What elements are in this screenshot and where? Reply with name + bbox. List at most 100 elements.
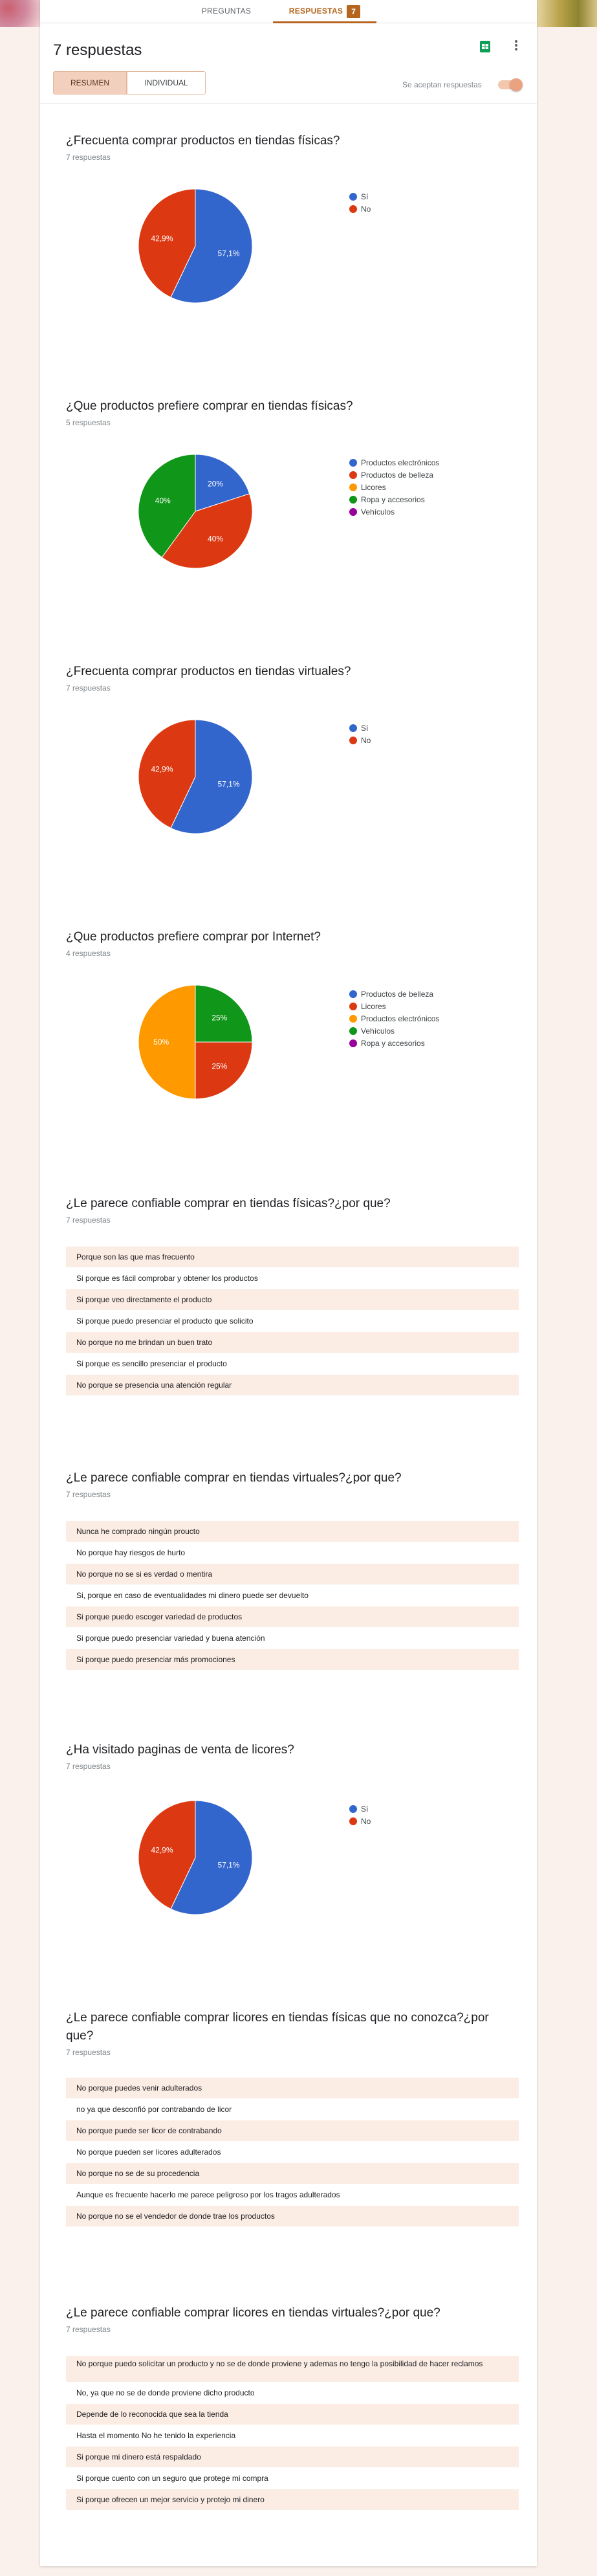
answer-row: Si porque veo directamente el producto xyxy=(66,1289,519,1310)
tab-respuestas[interactable]: RESPUESTAS 7 xyxy=(273,0,376,23)
legend-label: Licores xyxy=(361,1002,386,1011)
legend-swatch xyxy=(349,724,357,732)
pie-slice-label: 42,9% xyxy=(151,234,173,243)
legend-label: Productos de belleza xyxy=(361,471,434,480)
answers-list: Porque son las que mas frecuento Si porqu… xyxy=(66,1247,519,1396)
question-title: ¿Que productos prefiere comprar por Inte… xyxy=(66,930,321,944)
legend-swatch xyxy=(349,990,357,998)
legend-swatch xyxy=(349,507,357,516)
legend-label: No xyxy=(361,205,371,214)
legend-swatch xyxy=(349,1027,357,1035)
answer-row: No, ya que no se de donde proviene dicho… xyxy=(66,2382,519,2403)
question-title: ¿Le parece confiable comprar licores en … xyxy=(66,2306,440,2320)
pie-slice-label: 25% xyxy=(212,1061,227,1071)
answer-row: No porque puedes venir adulterados xyxy=(66,2078,519,2098)
pie-chart-3: 57,1% 42,9% xyxy=(131,712,260,841)
answers-list: No porque puedo solicitar un producto y … xyxy=(66,2356,519,2511)
response-count: 7 respuestas xyxy=(66,1216,111,1225)
pie-slice-label: 40% xyxy=(155,496,171,505)
question-title: ¿Frecuenta comprar productos en tiendas … xyxy=(66,134,340,148)
pie-slice-label: 57,1% xyxy=(217,1861,239,1870)
sheets-icon[interactable] xyxy=(479,40,492,53)
chart-legend-1: Sí No xyxy=(349,191,371,216)
legend-label: Vehículos xyxy=(361,507,395,516)
banner-artwork-left xyxy=(0,0,40,27)
answer-row: Depende de lo reconocida que sea la tien… xyxy=(66,2404,519,2425)
legend-item: Productos electrónicos xyxy=(349,457,439,469)
legend-label: Sí xyxy=(361,724,369,733)
question-title: ¿Le parece confiable comprar en tiendas … xyxy=(66,1471,402,1485)
legend-swatch xyxy=(349,495,357,504)
legend-item: No xyxy=(349,203,371,216)
legend-swatch xyxy=(349,458,357,467)
legend-item: Productos de belleza xyxy=(349,988,439,1001)
question-8: ¿Le parece confiable comprar licores en … xyxy=(66,2009,519,2226)
question-title: ¿Le parece confiable comprar licores en … xyxy=(66,2011,489,2043)
legend-item: Productos electrónicos xyxy=(349,1013,439,1025)
legend-item: Vehículos xyxy=(349,1025,439,1038)
answer-row: Aunque es frecuente hacerlo me parece pe… xyxy=(66,2184,519,2205)
answer-row: No porque no se el vendedor de donde tra… xyxy=(66,2206,519,2226)
legend-item: Vehículos xyxy=(349,506,439,518)
legend-swatch xyxy=(349,205,357,213)
question-5: ¿Le parece confiable comprar en tiendas … xyxy=(66,1195,519,1395)
legend-item: Sí xyxy=(349,722,371,735)
question-7: ¿Ha visitado paginas de venta de licores… xyxy=(66,1741,519,1771)
answers-list: No porque puedes venir adulterados no ya … xyxy=(66,2078,519,2227)
legend-label: Sí xyxy=(361,1804,369,1814)
question-2: ¿Que productos prefiere comprar en tiend… xyxy=(66,397,519,427)
chart-legend-7: Sí No xyxy=(349,1803,371,1828)
question-1: ¿Frecuenta comprar productos en tiendas … xyxy=(66,132,519,162)
answer-row: No porque pueden ser licores adulterados xyxy=(66,2142,519,2162)
question-title: ¿Que productos prefiere comprar en tiend… xyxy=(66,399,353,413)
answer-row: Si porque puedo presenciar más promocion… xyxy=(66,1649,519,1670)
resumen-button[interactable]: RESUMEN xyxy=(53,71,127,94)
banner-artwork-right xyxy=(535,0,597,27)
legend-item: Sí xyxy=(349,1803,371,1815)
legend-item: Ropa y accesorios xyxy=(349,494,439,506)
tab-preguntas[interactable]: PREGUNTAS xyxy=(188,0,265,23)
legend-label: No xyxy=(361,1817,371,1826)
legend-item: Sí xyxy=(349,191,371,203)
legend-label: No xyxy=(361,736,371,745)
question-4: ¿Que productos prefiere comprar por Inte… xyxy=(66,928,519,958)
answer-row: Hasta el momento No he tenido la experie… xyxy=(66,2425,519,2446)
question-title: ¿Frecuenta comprar productos en tiendas … xyxy=(66,665,351,678)
more-options-icon[interactable] xyxy=(511,39,521,54)
answer-row: No porque se presencia una atención regu… xyxy=(66,1375,519,1395)
pie-slice-label: 57,1% xyxy=(217,780,239,789)
answer-row: Si porque es sencillo presenciar el prod… xyxy=(66,1353,519,1374)
legend-swatch xyxy=(349,736,357,744)
answer-row: Porque son las que mas frecuento xyxy=(66,1247,519,1267)
answer-row: Si porque puedo escoger variedad de prod… xyxy=(66,1606,519,1627)
response-count: 7 respuestas xyxy=(66,153,111,162)
pie-chart-7: 57,1% 42,9% xyxy=(131,1793,260,1922)
answer-row: Nunca he comprado ningún proucto xyxy=(66,1521,519,1542)
legend-swatch xyxy=(349,471,357,479)
toggle-knob[interactable] xyxy=(510,78,523,91)
accepting-responses-toggle[interactable] xyxy=(498,78,523,91)
answer-row: Si porque puedo presenciar variedad y bu… xyxy=(66,1628,519,1649)
answer-row: Si, porque en caso de eventualidades mi … xyxy=(66,1585,519,1606)
answer-row: Si porque mi dinero está respaldado xyxy=(66,2447,519,2467)
answer-row: Si porque es fácil comprobar y obtener l… xyxy=(66,1268,519,1289)
individual-button[interactable]: INDIVIDUAL xyxy=(127,71,206,94)
legend-label: Ropa y accesorios xyxy=(361,1039,425,1048)
legend-item: Licores xyxy=(349,482,439,494)
form-tabs: PREGUNTAS RESPUESTAS 7 xyxy=(40,0,537,23)
legend-swatch xyxy=(349,1804,357,1813)
legend-swatch xyxy=(349,1039,357,1047)
legend-label: Licores xyxy=(361,483,386,492)
legend-label: Ropa y accesorios xyxy=(361,495,425,504)
pie-chart-2: 20% 40% 40% xyxy=(131,447,260,576)
tab-respuestas-label: RESPUESTAS xyxy=(288,6,343,16)
legend-swatch xyxy=(349,1817,357,1825)
legend-item: No xyxy=(349,735,371,747)
answer-row: No porque no me brindan un buen trato xyxy=(66,1332,519,1353)
chart-legend-3: Sí No xyxy=(349,722,371,747)
legend-item: No xyxy=(349,1815,371,1828)
pie-chart-4: 25% 25% 50% xyxy=(131,977,260,1107)
pie-chart-1: 57,1% 42,9% xyxy=(131,181,260,311)
legend-item: Productos de belleza xyxy=(349,469,439,482)
pie-slice-label: 42,9% xyxy=(151,1845,173,1854)
